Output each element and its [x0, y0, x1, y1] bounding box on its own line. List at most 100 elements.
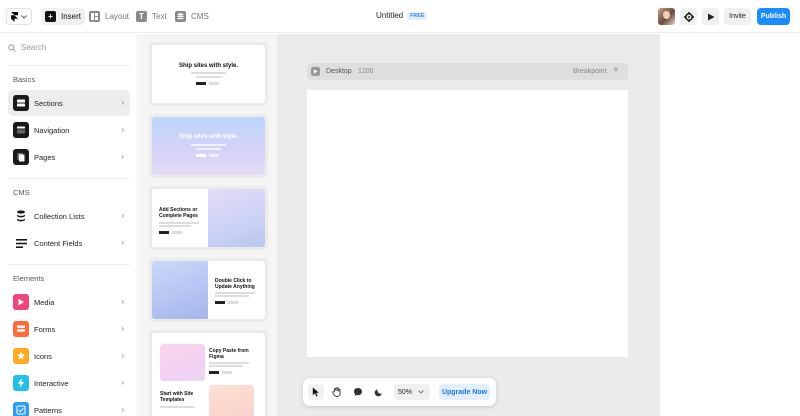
tool-insert[interactable]: + Insert [41, 8, 86, 25]
play-icon [13, 294, 29, 310]
comment-tool[interactable] [350, 384, 366, 400]
chevron-right-icon: › [121, 211, 124, 220]
sidebar-item-collection-lists[interactable]: Collection Lists › [8, 203, 130, 229]
template-card[interactable]: Copy Paste from Figma Start with Site Te… [149, 330, 268, 416]
text-placeholder [159, 225, 191, 227]
device-width: 1200 [358, 68, 374, 75]
add-breakpoint-icon[interactable]: + [613, 65, 619, 76]
tool-cms-label: CMS [191, 12, 209, 21]
theme-toggle[interactable] [371, 384, 387, 400]
section-title-basics: Basics [13, 75, 36, 84]
sidebar-item-sections[interactable]: Sections › [8, 90, 130, 116]
sidebar-item-interactive[interactable]: Interactive › [8, 370, 130, 396]
top-toolbar: + Insert Layout T Text CMS Untitled FREE… [0, 0, 800, 33]
sidebar-item-patterns[interactable]: Patterns › [8, 397, 130, 416]
text-placeholder [159, 222, 199, 224]
template-card[interactable]: Add Sections or Complete Pages [149, 186, 268, 250]
play-icon [707, 13, 714, 20]
sidebar-item-navigation[interactable]: Navigation › [8, 117, 130, 143]
chevron-right-icon: › [121, 152, 124, 161]
device-label: Desktop [326, 68, 352, 75]
avatar[interactable] [658, 8, 675, 25]
section-templates-panel: Ship sites with style. Ship sites with s… [139, 34, 278, 416]
navigation-icon [13, 122, 29, 138]
template-preview: Double Click to Update Anything [152, 261, 265, 319]
button-placeholder [209, 82, 219, 85]
sidebar-item-content-fields[interactable]: Content Fields › [8, 230, 130, 256]
template-subtitle: Start with Site Templates [160, 391, 194, 403]
sidebar-item-label: Navigation [34, 126, 70, 135]
invite-button[interactable]: Invite [724, 8, 751, 25]
upgrade-button[interactable]: Upgrade Now [439, 384, 490, 400]
zoom-select[interactable]: 50% [394, 384, 430, 400]
divider [8, 65, 130, 66]
sections-icon [13, 95, 29, 111]
chevron-down-icon [21, 14, 27, 19]
lines-icon [13, 235, 29, 251]
document-title[interactable]: Untitled FREE [376, 11, 428, 20]
template-card[interactable]: Ship sites with style. [149, 114, 268, 178]
search-field[interactable]: Search [8, 43, 46, 52]
bottom-toolbar: 50% Upgrade Now [303, 378, 496, 406]
breakpoint-label[interactable]: Breakpoint [573, 68, 606, 75]
section-title-elements: Elements [13, 274, 45, 283]
template-title: Double Click to Update Anything [215, 278, 255, 290]
app-menu-button[interactable] [6, 8, 32, 25]
template-image [152, 261, 208, 319]
cursor-icon [312, 387, 319, 397]
play-icon[interactable] [311, 67, 320, 76]
sidebar-item-media[interactable]: Media › [8, 289, 130, 315]
chevron-right-icon: › [121, 125, 124, 134]
divider [8, 264, 130, 265]
template-card[interactable]: Ship sites with style. [149, 42, 268, 106]
check-icon [13, 402, 29, 416]
sidebar-item-pages[interactable]: Pages › [8, 144, 130, 170]
hand-tool[interactable] [329, 384, 345, 400]
chevron-right-icon: › [121, 351, 124, 360]
plan-badge: FREE [407, 11, 428, 20]
document-title-text: Untitled [376, 11, 404, 20]
text-placeholder [215, 295, 249, 297]
button-placeholder [196, 82, 206, 85]
section-title-cms: CMS [13, 188, 30, 197]
template-preview: Copy Paste from Figma Start with Site Te… [152, 333, 265, 416]
sidebar-item-label: Pages [34, 153, 56, 162]
chevron-right-icon: › [121, 238, 124, 247]
text-placeholder [209, 362, 249, 364]
template-image [208, 189, 265, 247]
tool-text[interactable]: T Text [132, 8, 171, 25]
chevron-right-icon: › [121, 297, 124, 306]
desktop-frame[interactable] [307, 90, 628, 357]
tool-text-label: Text [152, 12, 167, 21]
framer-logo-icon [11, 11, 18, 22]
preview-button[interactable] [702, 8, 719, 25]
text-placeholder [191, 72, 226, 74]
chevron-right-icon: › [121, 324, 124, 333]
tool-layout-label: Layout [105, 12, 130, 21]
chevron-down-icon [418, 390, 424, 394]
sidebar-item-label: Content Fields [34, 239, 83, 248]
button-placeholder [222, 371, 232, 374]
settings-button[interactable] [680, 8, 697, 25]
template-title: Copy Paste from Figma [209, 348, 249, 360]
tool-layout[interactable]: Layout [85, 8, 133, 25]
template-title: Ship sites with style. [178, 134, 238, 140]
publish-button[interactable]: Publish [757, 8, 790, 25]
sidebar-item-icons[interactable]: Icons › [8, 343, 130, 369]
template-image [160, 344, 205, 381]
template-card[interactable]: Double Click to Update Anything [149, 258, 268, 322]
template-preview: Ship sites with style. [152, 45, 265, 103]
comment-icon [354, 388, 362, 396]
button-placeholder [159, 231, 169, 234]
select-tool[interactable] [308, 384, 324, 400]
sidebar-item-label: Collection Lists [34, 212, 85, 221]
moon-icon [374, 389, 382, 397]
search-placeholder: Search [21, 43, 47, 52]
sidebar-item-forms[interactable]: Forms › [8, 316, 130, 342]
text-placeholder [215, 292, 255, 294]
tool-cms[interactable]: CMS [171, 8, 213, 25]
button-placeholder [228, 301, 238, 304]
database-icon [175, 11, 186, 22]
sidebar-item-label: Patterns [34, 406, 62, 415]
text-placeholder [209, 365, 243, 367]
